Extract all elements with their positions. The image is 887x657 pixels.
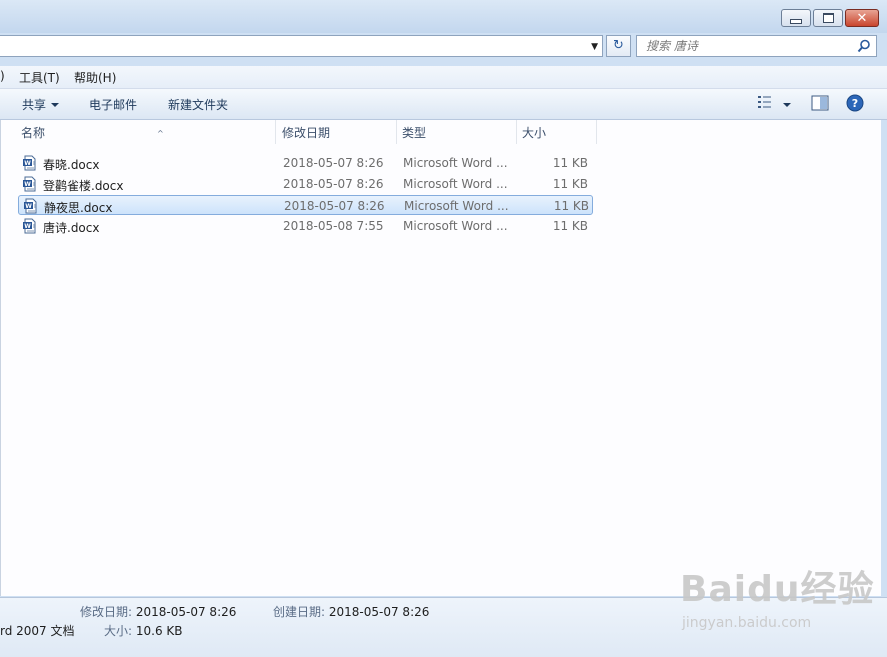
new-folder-button[interactable]: 新建文件夹 [168,96,228,113]
help-button[interactable]: ? [846,94,864,115]
column-header-type[interactable]: 类型 [397,120,517,144]
share-button[interactable]: 共享 [22,96,60,113]
maximize-button[interactable] [813,9,843,27]
detail-modified-value: 2018-05-07 8:26 [135,605,237,619]
svg-text:?: ? [852,97,858,110]
minimize-icon [790,18,802,24]
baidu-watermark: Baidu经验 jingyan.baidu.com [680,560,875,631]
svg-text:W: W [24,181,31,188]
word-document-icon: W [23,155,36,171]
refresh-icon: ↻ [613,38,624,53]
minimize-button[interactable] [781,9,811,27]
word-document-icon: W [23,176,36,192]
search-icon[interactable] [857,39,871,53]
file-date: 2018-05-07 8:26 [283,177,384,191]
file-date: 2018-05-07 8:26 [284,199,385,213]
command-bar: 共享 电子邮件 新建文件夹 ? [0,89,887,120]
maximize-icon [822,13,834,23]
svg-text:W: W [25,203,32,210]
detail-type: rd 2007 文档 [0,624,75,638]
close-button[interactable]: ✕ [845,9,879,27]
menu-bar: ) 工具(T) 帮助(H) [0,66,887,89]
file-type: Microsoft Word ... [403,156,508,170]
file-row[interactable]: W 唐诗.docx 2018-05-08 7:55 Microsoft Word ..… [18,216,593,236]
file-type: Microsoft Word ... [403,219,508,233]
chevron-down-icon [783,103,791,107]
word-document-icon: W [24,198,37,214]
column-header-size[interactable]: 大小 [517,120,597,144]
view-options-button[interactable] [757,95,791,112]
menu-item-tools[interactable]: 工具(T) [19,69,60,86]
view-list-icon [758,96,771,108]
detail-created: 创建日期: 2018-05-07 8:26 [273,603,429,620]
file-date: 2018-05-08 7:55 [283,219,384,233]
email-button[interactable]: 电子邮件 [89,96,137,113]
word-document-icon: W [23,218,36,234]
window-controls: ✕ [781,9,879,27]
file-type: Microsoft Word ... [403,177,508,191]
file-name: 唐诗.docx [43,221,100,235]
column-header-name-label: 名称 [21,126,46,140]
file-name: 春晓.docx [43,158,100,172]
column-header-date-label: 修改日期 [282,126,331,140]
file-name: 静夜思.docx [44,201,113,215]
file-size: 11 KB [552,219,588,233]
window-title-bar[interactable]: ✕ [0,0,887,33]
file-size: 11 KB [553,199,589,213]
sort-ascending-icon: ^ [157,129,164,138]
address-bar[interactable]: ▼ [0,35,603,57]
menu-item-help[interactable]: 帮助(H) [74,69,116,86]
file-size: 11 KB [552,156,588,170]
detail-created-label: 创建日期: [273,605,326,619]
chevron-down-icon [51,103,60,107]
detail-size-label: 大小: [104,624,133,638]
address-row: ▼ ↻ [0,33,887,61]
watermark-logo: Baidu经验 [680,569,875,610]
file-row[interactable]: W 登鹳雀楼.docx 2018-05-07 8:26 Microsoft Word … [18,174,593,194]
column-header-date[interactable]: 修改日期 [277,120,397,144]
detail-size-value: 10.6 KB [135,624,183,638]
help-icon: ? [846,94,864,112]
file-size: 11 KB [552,177,588,191]
preview-pane-icon [811,95,829,111]
address-dropdown-icon[interactable]: ▼ [591,42,598,52]
column-header-size-label: 大小 [522,126,547,140]
preview-pane-button[interactable] [811,95,829,114]
file-name: 登鹳雀楼.docx [43,179,124,193]
search-box[interactable] [636,35,877,57]
refresh-button[interactable]: ↻ [606,35,631,57]
menu-item-partial[interactable]: ) [0,69,5,83]
svg-text:W: W [24,160,31,167]
detail-modified-label: 修改日期: [80,605,133,619]
close-icon: ✕ [856,10,868,26]
file-type: Microsoft Word ... [404,199,509,213]
search-input[interactable] [637,36,856,56]
column-header-type-label: 类型 [402,126,427,140]
file-date: 2018-05-07 8:26 [283,156,384,170]
svg-text:W: W [24,223,31,230]
column-header-name[interactable]: 名称 ^ [16,120,276,144]
detail-modified: 修改日期: 2018-05-07 8:26 [80,603,236,620]
file-row[interactable]: W 春晓.docx 2018-05-07 8:26 Microsoft Word ..… [18,153,593,173]
detail-size: 大小: 10.6 KB [104,622,183,639]
watermark-url: jingyan.baidu.com [682,615,812,631]
share-label: 共享 [22,98,47,112]
detail-created-value: 2018-05-07 8:26 [328,605,430,619]
file-list-pane[interactable]: 名称 ^ 修改日期 类型 大小 W 春晓.docx 2018-05-07 8:26 M… [0,120,881,596]
file-row[interactable]: W 静夜思.docx 2018-05-07 8:26 Microsoft Word .… [18,195,593,215]
